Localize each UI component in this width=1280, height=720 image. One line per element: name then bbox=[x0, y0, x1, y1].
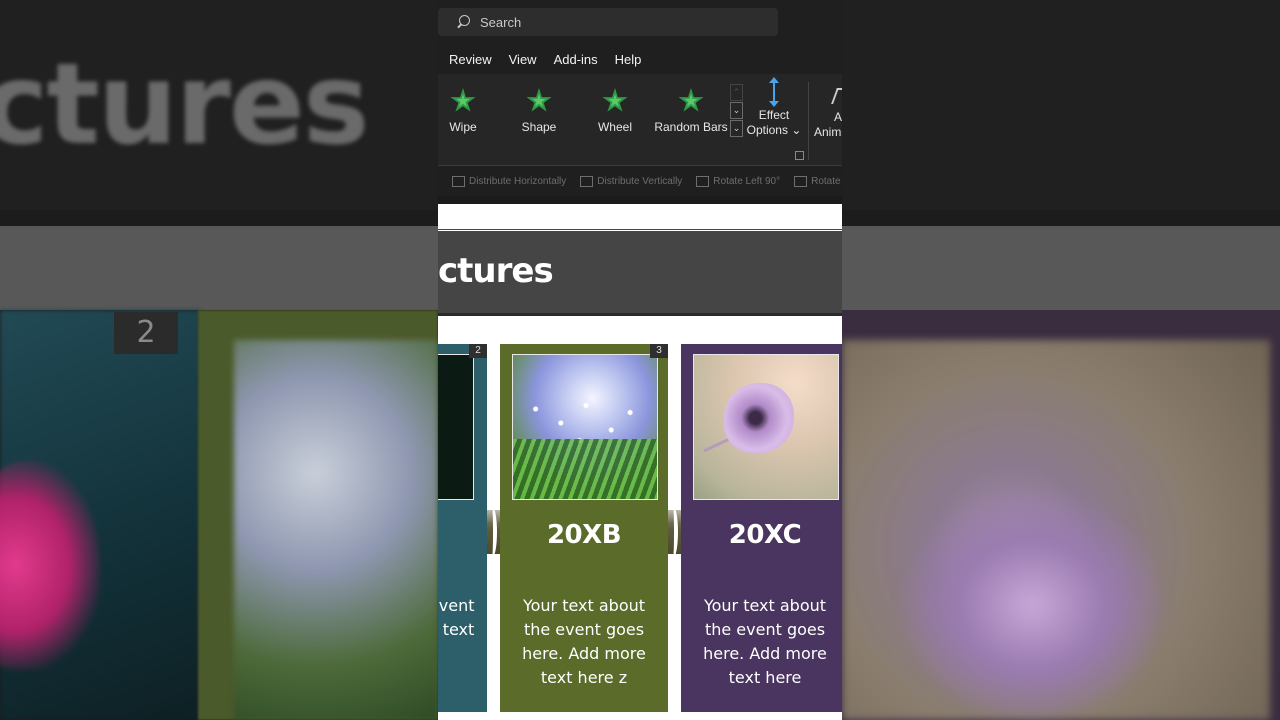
distribute-vertically-label: Distribute Vertically bbox=[597, 175, 683, 187]
card-text[interactable]: Your text about the event goes here. Add… bbox=[681, 594, 842, 690]
add-animation-button[interactable]: A Anim bbox=[814, 88, 842, 140]
animation-wipe-label: Wipe bbox=[449, 120, 477, 134]
rotate-right-label: Rotate bbox=[811, 175, 841, 187]
add-animation-label-2: Anim bbox=[814, 125, 842, 139]
background-title-word: ctures bbox=[0, 40, 370, 170]
background-right-blur bbox=[842, 0, 1280, 720]
background-dandelion-image bbox=[234, 340, 438, 720]
tab-review[interactable]: Review bbox=[449, 52, 492, 67]
gallery-scroll: ⌃ ⌄ ⌄ bbox=[730, 84, 743, 138]
background-left-blur: ctures 2 bbox=[0, 0, 438, 720]
animation-shape-label: Shape bbox=[521, 120, 557, 134]
distribute-horizontally-button[interactable]: Distribute Horizontally bbox=[452, 175, 567, 187]
animation-shape[interactable]: Shape bbox=[501, 88, 577, 134]
effect-options-button[interactable]: Effect Options ⌄ bbox=[744, 77, 804, 138]
ribbon-tabs: Review View Add-ins Help bbox=[438, 44, 842, 74]
add-animation-label-1: A bbox=[834, 110, 842, 124]
effect-options-arrow-icon bbox=[769, 77, 779, 107]
animation-wheel-label: Wheel bbox=[597, 120, 632, 134]
distribute-horizontally-icon bbox=[452, 175, 465, 187]
timeline-separator bbox=[487, 506, 497, 558]
distribute-horizontally-label: Distribute Horizontally bbox=[469, 175, 567, 187]
rotate-right-button[interactable]: Rotate bbox=[794, 175, 841, 187]
wipe-star-icon bbox=[450, 88, 476, 112]
card-text[interactable]: Your text about the event goes here. Add… bbox=[500, 594, 668, 690]
slide-title-band: ctures bbox=[438, 228, 842, 316]
search-icon bbox=[456, 15, 470, 29]
lotus-photo[interactable] bbox=[438, 354, 474, 500]
distribute-vertically-button[interactable]: Distribute Vertically bbox=[580, 175, 683, 187]
title-bar: Search bbox=[438, 0, 842, 44]
anemone-photo[interactable] bbox=[693, 354, 839, 500]
wheel-star-icon bbox=[602, 88, 628, 112]
year-label-20xc[interactable]: 20XC bbox=[681, 520, 842, 550]
year-label-20xb[interactable]: 20XB bbox=[500, 520, 668, 550]
tab-view[interactable]: View bbox=[509, 52, 537, 67]
tab-help[interactable]: Help bbox=[615, 52, 642, 67]
animation-dialog-launcher-icon[interactable] bbox=[795, 151, 804, 160]
card-text[interactable]: Your text about the event goes here. Add… bbox=[438, 594, 487, 666]
distribute-vertically-icon bbox=[580, 175, 594, 187]
gallery-scroll-down-button[interactable]: ⌄ bbox=[730, 102, 743, 119]
background-title-band-right bbox=[842, 226, 1280, 310]
gallery-more-button[interactable]: ⌄ bbox=[730, 120, 743, 137]
background-anemone-photo bbox=[842, 310, 1280, 720]
random-bars-star-icon bbox=[678, 88, 704, 112]
gallery-scroll-up-button[interactable]: ⌃ bbox=[730, 84, 743, 101]
card-number: 3 bbox=[650, 344, 668, 358]
background-title-band bbox=[0, 226, 438, 310]
background-ribbon-blur-right bbox=[842, 0, 1280, 210]
powerpoint-window: Search Review View Add-ins Help Wipe Sha… bbox=[438, 0, 842, 720]
background-lotus-photo bbox=[0, 310, 200, 720]
anemone-flower bbox=[724, 383, 794, 453]
search-placeholder: Search bbox=[480, 14, 522, 30]
card-number: 2 bbox=[469, 344, 487, 358]
tab-add-ins[interactable]: Add-ins bbox=[554, 52, 598, 67]
slide-title[interactable]: ctures bbox=[438, 251, 554, 291]
dandelion-photo[interactable] bbox=[512, 354, 658, 500]
effect-options-label-1: Effect bbox=[758, 108, 790, 122]
dandelion-stems bbox=[513, 439, 657, 499]
background-lotus-flower bbox=[0, 460, 100, 670]
rotate-right-icon bbox=[794, 175, 808, 187]
animation-wheel[interactable]: Wheel bbox=[577, 88, 653, 134]
background-dandelion-photo bbox=[198, 310, 438, 720]
background-anemone-flower bbox=[902, 490, 1162, 720]
slide-canvas[interactable]: ctures 2 Your text about the event goes … bbox=[438, 204, 842, 720]
search-box[interactable]: Search bbox=[438, 8, 778, 36]
animation-random-bars-label: Random Bars bbox=[654, 120, 728, 134]
add-animation-icon bbox=[831, 88, 842, 104]
rotate-left-button[interactable]: Rotate Left 90° bbox=[696, 175, 781, 187]
background-slide-number: 2 bbox=[114, 312, 178, 354]
shape-star-icon bbox=[526, 88, 552, 112]
animation-random-bars[interactable]: Random Bars bbox=[653, 88, 729, 134]
animation-wipe[interactable]: Wipe bbox=[438, 88, 501, 134]
rotate-left-icon bbox=[696, 175, 710, 187]
ribbon-group-divider bbox=[808, 82, 809, 160]
arrange-toolbar: Distribute Horizontally Distribute Verti… bbox=[438, 166, 842, 196]
timeline-separator bbox=[668, 506, 678, 558]
animations-ribbon: Wipe Shape Wheel Random Bars ⌃ ⌄ ⌄ Effec… bbox=[438, 74, 842, 166]
effect-options-label-2: Options ⌄ bbox=[746, 123, 802, 137]
rotate-left-label: Rotate Left 90° bbox=[713, 175, 781, 187]
